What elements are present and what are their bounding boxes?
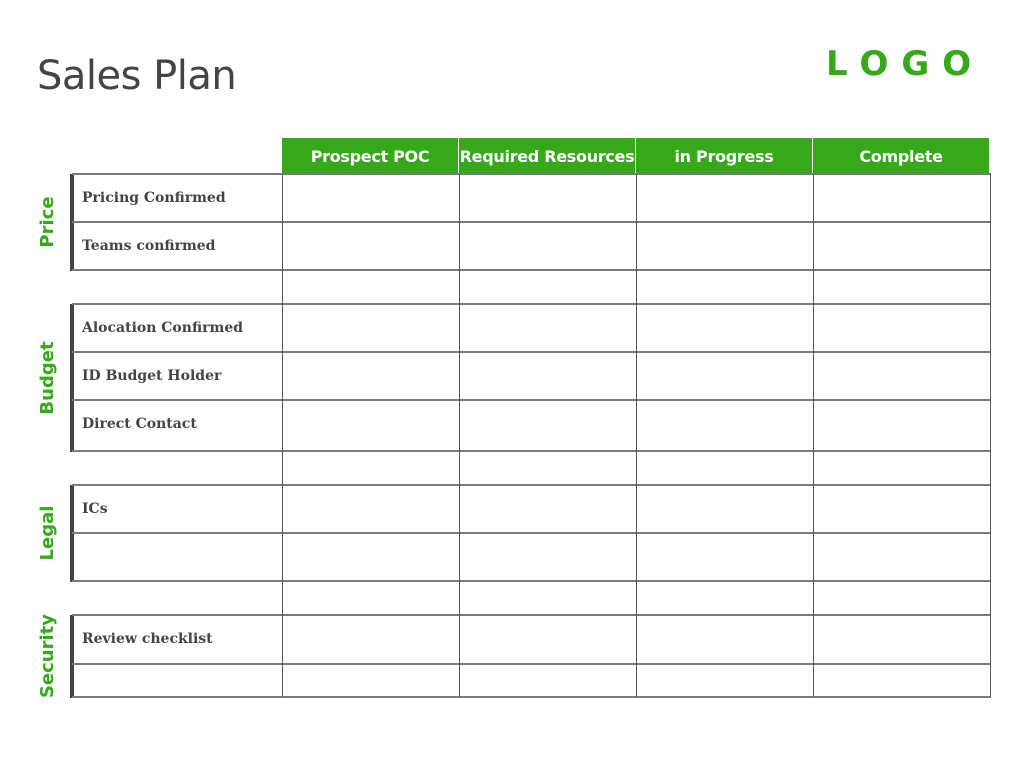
column-header: Prospect POC — [282, 138, 459, 174]
table-cell[interactable] — [813, 400, 990, 451]
spacer-cell — [636, 451, 813, 485]
grid-line-horizontal — [72, 221, 991, 223]
logo: LOGO — [826, 44, 985, 84]
table-cell[interactable] — [813, 485, 990, 533]
grid-line-horizontal — [72, 173, 991, 175]
spacer-cell — [459, 451, 636, 485]
table-cell[interactable] — [459, 485, 636, 533]
spacer-cell — [813, 451, 990, 485]
section-label: Price — [37, 196, 58, 248]
table-cell[interactable] — [636, 352, 813, 400]
grid-line-horizontal — [72, 532, 991, 534]
table-cell[interactable] — [636, 304, 813, 352]
grid-line-horizontal — [72, 450, 991, 452]
table-cell[interactable] — [459, 222, 636, 270]
section-bar — [70, 304, 74, 452]
table-cell[interactable] — [636, 533, 813, 581]
column-header: in Progress — [636, 138, 813, 174]
grid-line-horizontal — [72, 351, 991, 353]
table-cell[interactable] — [459, 352, 636, 400]
table-cell[interactable] — [459, 400, 636, 451]
spacer-cell — [282, 451, 459, 485]
grid-line-horizontal — [72, 580, 991, 582]
row-label: Direct Contact — [82, 416, 197, 432]
page-title: Sales Plan — [37, 53, 237, 99]
table-cell[interactable] — [459, 533, 636, 581]
table-cell[interactable] — [636, 664, 813, 697]
table-cell[interactable] — [636, 485, 813, 533]
table-cell[interactable] — [636, 174, 813, 222]
table-cell[interactable] — [813, 304, 990, 352]
grid-line-vertical — [282, 174, 283, 697]
column-header: Required Resources — [459, 138, 636, 174]
table-cell[interactable] — [282, 352, 459, 400]
spacer-cell — [636, 270, 813, 304]
table-cell[interactable] — [282, 533, 459, 581]
table-cell[interactable] — [282, 664, 459, 697]
row-label: ID Budget Holder — [82, 368, 222, 384]
table-cell[interactable] — [813, 533, 990, 581]
spacer-cell — [282, 270, 459, 304]
section-label: Security — [37, 613, 58, 699]
table-cell[interactable] — [813, 222, 990, 270]
table-cell[interactable] — [459, 615, 636, 664]
table-cell[interactable] — [813, 174, 990, 222]
row-label: Teams confirmed — [82, 238, 216, 254]
grid-line-horizontal — [72, 696, 991, 698]
table-cell[interactable] — [282, 304, 459, 352]
section-label: Budget — [37, 340, 58, 415]
grid-line-vertical — [813, 174, 814, 697]
grid-line-vertical — [459, 174, 460, 697]
row-label: Pricing Confirmed — [82, 190, 226, 206]
table-cell[interactable] — [459, 174, 636, 222]
row-label: Review checklist — [82, 631, 213, 647]
grid-line-horizontal — [72, 269, 991, 271]
spacer-cell — [459, 270, 636, 304]
table-cell[interactable] — [813, 352, 990, 400]
spacer-cell — [636, 581, 813, 615]
row-label: Alocation Confirmed — [82, 320, 244, 336]
grid-line-vertical — [636, 174, 637, 697]
grid-line-vertical — [990, 174, 991, 697]
row-label: ICs — [82, 501, 108, 517]
table-cell[interactable] — [636, 615, 813, 664]
spacer-cell — [813, 270, 990, 304]
table-cell[interactable] — [459, 664, 636, 697]
table-cell[interactable] — [813, 615, 990, 664]
grid-line-horizontal — [72, 484, 991, 486]
table-cell[interactable] — [459, 304, 636, 352]
table-cell[interactable] — [636, 222, 813, 270]
table-cell[interactable] — [282, 485, 459, 533]
table-cell[interactable] — [282, 400, 459, 451]
spacer-cell — [459, 581, 636, 615]
section-label: Legal — [37, 505, 58, 561]
table-cell[interactable] — [282, 222, 459, 270]
section-bar — [70, 615, 74, 698]
table-cell[interactable] — [282, 174, 459, 222]
grid-line-horizontal — [72, 663, 991, 665]
grid-line-horizontal — [72, 399, 991, 401]
spacer-cell — [282, 581, 459, 615]
table-cell[interactable] — [282, 615, 459, 664]
table-cell[interactable] — [636, 400, 813, 451]
grid-line-horizontal — [72, 303, 991, 305]
column-header: Complete — [813, 138, 990, 174]
spacer-cell — [813, 581, 990, 615]
grid-line-horizontal — [72, 614, 991, 616]
table-cell[interactable] — [813, 664, 990, 697]
